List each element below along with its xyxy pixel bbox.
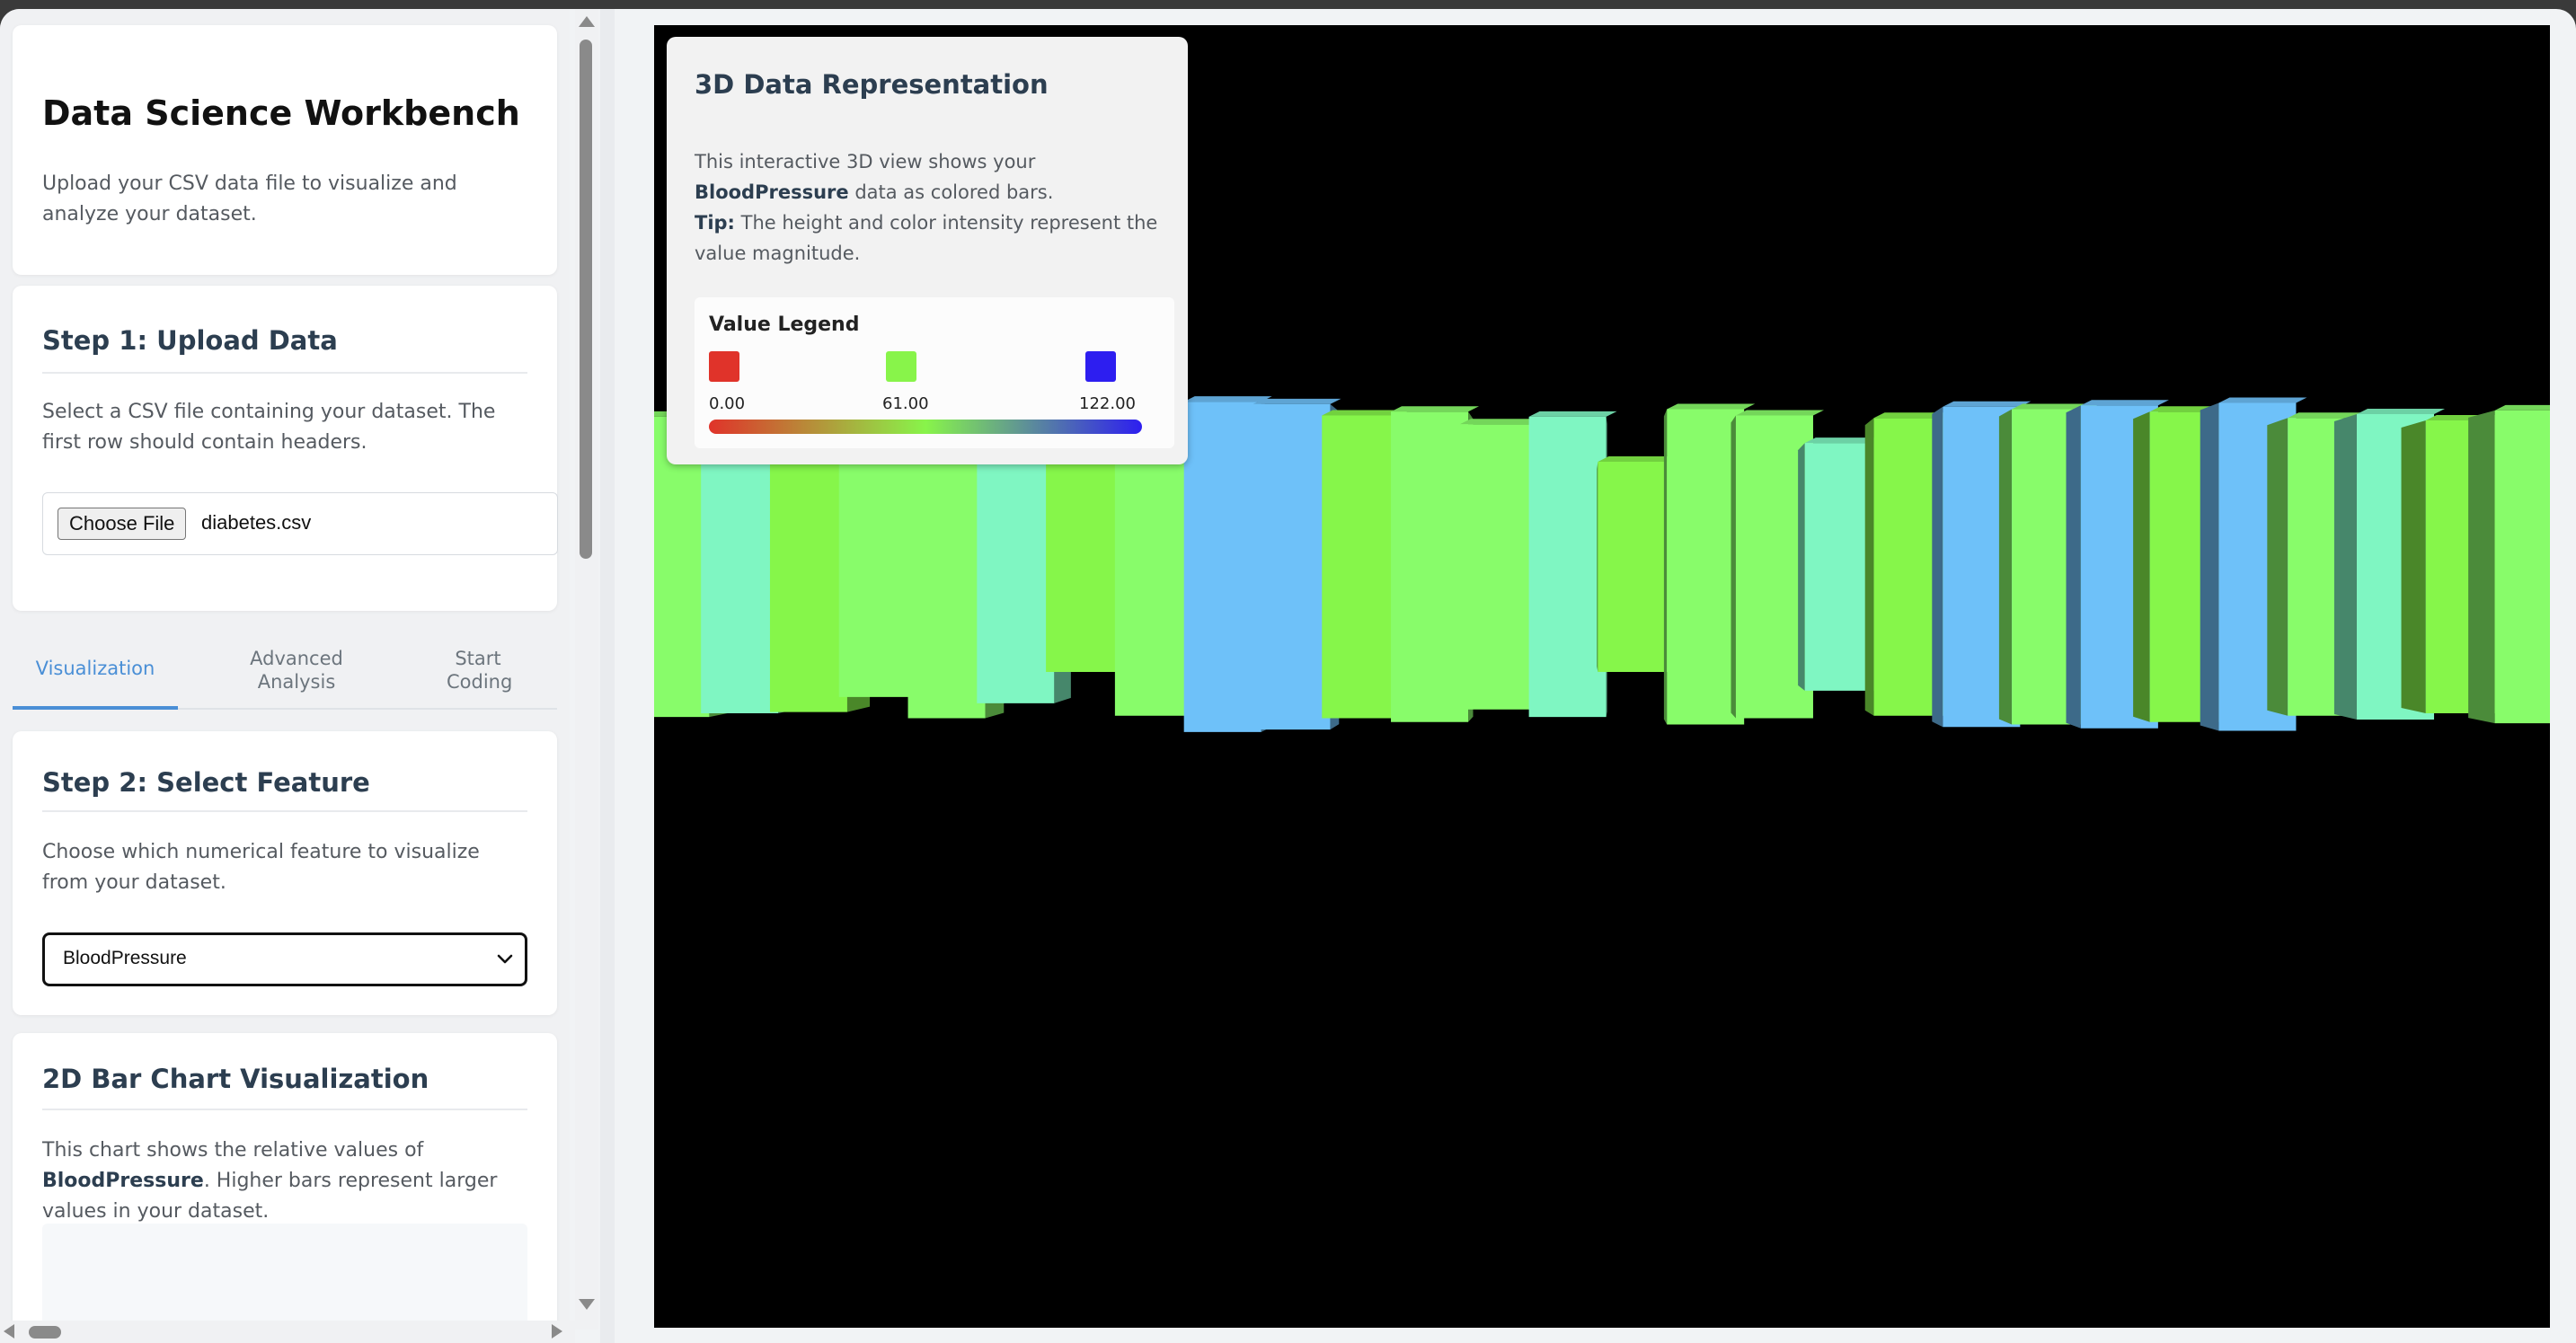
bar-top bbox=[1528, 411, 1617, 417]
bar-top bbox=[1253, 398, 1341, 404]
bar bbox=[1322, 415, 1400, 719]
app-title: Data Science Workbench bbox=[42, 93, 520, 133]
bar-top bbox=[1667, 403, 1756, 410]
app-subtitle: Upload your CSV data file to visualize a… bbox=[42, 172, 457, 225]
bar-side bbox=[2333, 414, 2358, 720]
tab-advanced-analysis[interactable]: Advanced Analysis bbox=[198, 631, 395, 710]
tab-start-coding-label: Start Coding bbox=[447, 648, 513, 693]
divider bbox=[42, 1109, 527, 1110]
legend-label-low: 0.00 bbox=[709, 394, 746, 413]
bar bbox=[1459, 424, 1537, 710]
tab-advanced-analysis-label: Advanced Analysis bbox=[250, 648, 343, 693]
bar bbox=[1183, 402, 1261, 732]
vertical-scroll-thumb[interactable] bbox=[580, 40, 592, 559]
horizontal-scroll-thumb[interactable] bbox=[29, 1326, 61, 1339]
tip-label: Tip: bbox=[695, 212, 735, 234]
panel-divider bbox=[600, 9, 615, 1343]
bar-top bbox=[1735, 410, 1824, 416]
app-window: Data Science Workbench Upload your CSV d… bbox=[0, 9, 2576, 1343]
bar-side bbox=[1798, 443, 1805, 691]
legend-gradient-bar bbox=[709, 420, 1142, 434]
divider bbox=[42, 810, 527, 812]
file-input[interactable]: Choose File diabetes.csv bbox=[42, 492, 558, 555]
tab-start-coding[interactable]: Start Coding bbox=[399, 631, 557, 710]
legend-swatch-mid bbox=[886, 351, 916, 382]
bar-top bbox=[1391, 406, 1480, 412]
sidebar-horizontal-scrollbar[interactable] bbox=[0, 1321, 575, 1343]
bar-top bbox=[1943, 401, 2032, 407]
sidebar-vertical-scrollbar[interactable] bbox=[575, 9, 598, 1330]
bar bbox=[1253, 403, 1331, 730]
feature-description: Choose which numerical feature to visual… bbox=[42, 841, 480, 894]
chart-2d-feature: BloodPressure bbox=[42, 1170, 204, 1192]
legend-label-high: 122.00 bbox=[1079, 394, 1136, 413]
bar bbox=[1046, 462, 1124, 672]
bar bbox=[769, 421, 847, 712]
bar-side bbox=[2468, 410, 2495, 724]
3d-viewport[interactable]: 3D Data Representation This interactive … bbox=[654, 25, 2550, 1328]
feature-select-value: BloodPressure bbox=[63, 948, 187, 968]
value-legend: Value Legend 0.00 61.00 122.00 bbox=[695, 297, 1174, 448]
scroll-left-arrow-icon[interactable] bbox=[4, 1324, 14, 1339]
upload-description: Select a CSV file containing your datase… bbox=[42, 401, 496, 454]
tab-visualization[interactable]: Visualization bbox=[13, 631, 178, 710]
upload-title: Step 1: Upload Data bbox=[42, 325, 338, 356]
bar-side bbox=[1932, 406, 1943, 728]
title-card: Data Science Workbench Upload your CSV d… bbox=[13, 25, 557, 275]
info-description: This interactive 3D view shows your Bloo… bbox=[695, 146, 1171, 269]
chart-2d-card: 2D Bar Chart Visualization This chart sh… bbox=[13, 1033, 557, 1343]
tab-bar: Visualization Advanced Analysis Start Co… bbox=[13, 631, 557, 710]
bar bbox=[977, 430, 1055, 703]
bar bbox=[1598, 462, 1676, 672]
scroll-up-arrow-icon[interactable] bbox=[579, 16, 595, 27]
bar bbox=[1391, 411, 1469, 722]
sidebar: Data Science Workbench Upload your CSV d… bbox=[0, 9, 570, 1343]
legend-label-mid: 61.00 bbox=[882, 394, 929, 413]
bar-side bbox=[2200, 402, 2219, 731]
bar-side bbox=[1597, 462, 1598, 672]
chart-2d-title: 2D Bar Chart Visualization bbox=[42, 1064, 429, 1094]
file-name: diabetes.csv bbox=[201, 511, 312, 534]
bar-top bbox=[1183, 396, 1272, 402]
chevron-down-icon bbox=[497, 954, 513, 964]
chart-2d-description: This chart shows the relative values of … bbox=[42, 1135, 527, 1227]
bar-side bbox=[1864, 418, 1874, 716]
bar-side bbox=[2066, 405, 2081, 729]
bar bbox=[1528, 416, 1607, 718]
divider bbox=[42, 372, 527, 374]
feature-select[interactable]: BloodPressure bbox=[42, 932, 527, 986]
bar-side bbox=[2267, 418, 2288, 716]
info-feature: BloodPressure bbox=[695, 181, 849, 203]
info-text-after: data as colored bars. bbox=[848, 181, 1054, 203]
bar-side bbox=[1998, 409, 2013, 725]
bar-top bbox=[2357, 409, 2446, 415]
chart-2d-text-before: This chart shows the relative values of bbox=[42, 1139, 424, 1162]
bar bbox=[838, 437, 916, 697]
bar-top bbox=[2494, 404, 2550, 411]
scroll-right-arrow-icon[interactable] bbox=[552, 1324, 562, 1339]
bar-side bbox=[2401, 420, 2426, 713]
scroll-down-arrow-icon[interactable] bbox=[579, 1299, 595, 1310]
legend-swatch-low bbox=[709, 351, 739, 382]
tip-text: The height and color intensity represent… bbox=[695, 212, 1158, 264]
bar-side bbox=[2133, 411, 2150, 722]
legend-swatch-high bbox=[1085, 351, 1116, 382]
bar bbox=[2494, 410, 2550, 724]
bar-side bbox=[1663, 409, 1668, 725]
info-title: 3D Data Representation bbox=[695, 69, 1049, 100]
choose-file-button[interactable]: Choose File bbox=[58, 508, 187, 540]
legend-title: Value Legend bbox=[709, 314, 860, 336]
bar-top bbox=[2080, 400, 2169, 406]
bar-side bbox=[1731, 415, 1736, 719]
upload-card: Step 1: Upload Data Select a CSV file co… bbox=[13, 286, 558, 611]
feature-title: Step 2: Select Feature bbox=[42, 767, 370, 798]
info-panel: 3D Data Representation This interactive … bbox=[667, 37, 1188, 464]
feature-card: Step 2: Select Feature Choose which nume… bbox=[13, 731, 557, 1015]
info-text-before: This interactive 3D view shows your bbox=[695, 151, 1036, 172]
bar-top bbox=[2218, 397, 2307, 403]
